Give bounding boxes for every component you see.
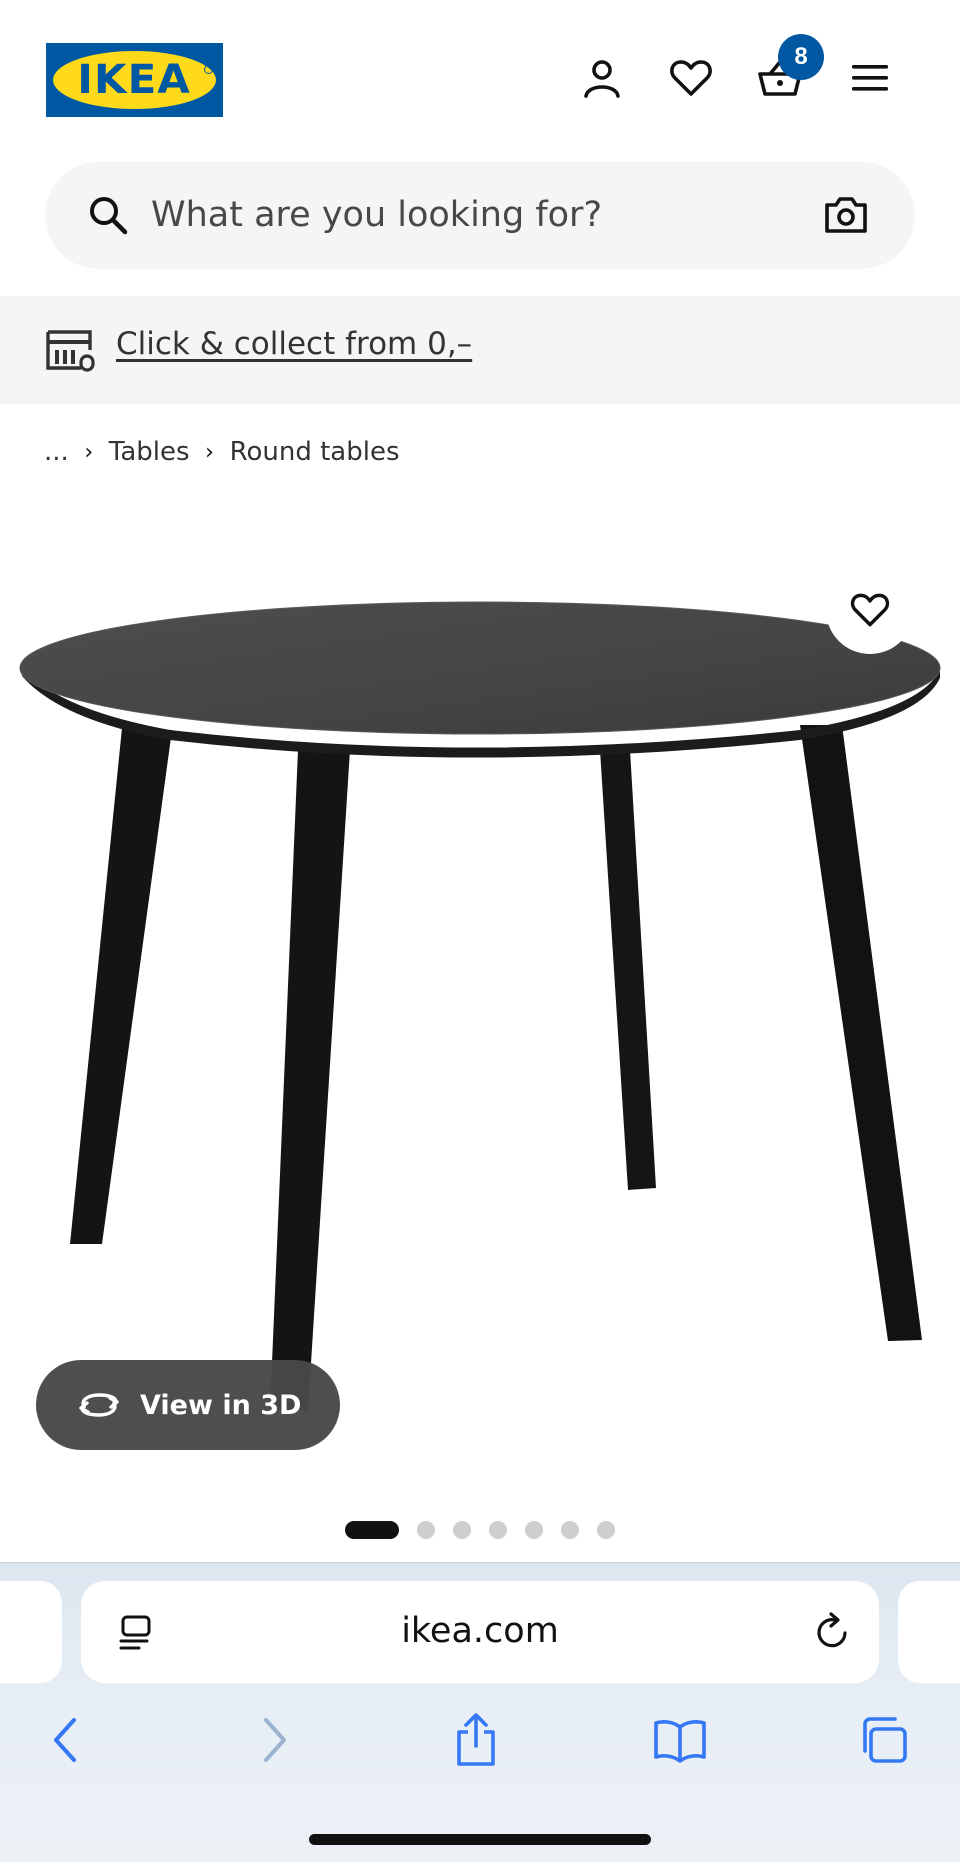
share-icon: [457, 1713, 495, 1766]
back-button[interactable]: [30, 1705, 100, 1775]
carousel-dot[interactable]: [417, 1521, 435, 1539]
view-in-3d-label: View in 3D: [140, 1389, 302, 1421]
book-icon: [654, 1720, 706, 1763]
view-in-3d-button[interactable]: View in 3D: [36, 1360, 340, 1450]
carousel-dot[interactable]: [489, 1521, 507, 1539]
cart-count-badge: 8: [778, 34, 824, 80]
carousel-dot[interactable]: [561, 1521, 579, 1539]
forward-button[interactable]: [240, 1705, 310, 1775]
chevron-left-icon: [54, 1718, 76, 1762]
search-bar[interactable]: [45, 162, 915, 269]
carousel-dots: [345, 1520, 633, 1540]
address-bar[interactable]: ikea.com: [81, 1581, 879, 1683]
breadcrumb: ... › Tables › Round tables: [44, 432, 400, 472]
menu-button[interactable]: [842, 50, 898, 106]
camera-icon[interactable]: [822, 191, 870, 239]
reload-icon[interactable]: [811, 1611, 853, 1653]
chevron-right-icon: ›: [84, 439, 94, 465]
menu-icon: [852, 65, 888, 91]
browser-toolbar: ikea.com: [0, 1562, 960, 1862]
url-text: ikea.com: [401, 1611, 559, 1651]
previous-tab-preview[interactable]: [0, 1581, 62, 1683]
breadcrumb-item-tables[interactable]: Tables: [109, 437, 190, 467]
store-icon: [46, 330, 95, 372]
carousel-dot[interactable]: [453, 1521, 471, 1539]
tabs-button[interactable]: [848, 1705, 918, 1775]
chevron-right-icon: [264, 1718, 286, 1762]
logo-text: IKEA: [77, 57, 192, 103]
carousel-dot[interactable]: [525, 1521, 543, 1539]
header: IKEA 8: [0, 0, 960, 150]
home-indicator: [309, 1834, 651, 1845]
add-to-wishlist-button[interactable]: [826, 566, 914, 654]
search-input[interactable]: [151, 184, 811, 246]
tabs-icon: [863, 1717, 907, 1763]
product-image[interactable]: [0, 560, 960, 1420]
wishlist-button[interactable]: [663, 50, 719, 106]
heart-icon: [850, 593, 890, 627]
ikea-logo[interactable]: IKEA: [46, 43, 223, 117]
next-tab-preview[interactable]: [898, 1581, 960, 1683]
carousel-dot[interactable]: [597, 1521, 615, 1539]
click-collect-link[interactable]: Click & collect from 0,–: [116, 326, 472, 362]
rotate-3d-icon: [79, 1393, 119, 1417]
account-button[interactable]: [574, 50, 630, 106]
heart-icon: [670, 60, 712, 96]
user-icon: [584, 60, 620, 98]
search-icon: [90, 197, 128, 235]
click-collect-banner: Click & collect from 0,–: [0, 296, 960, 404]
share-button[interactable]: [441, 1705, 511, 1775]
bookmarks-button[interactable]: [645, 1705, 715, 1775]
logo-oval: IKEA: [53, 51, 216, 109]
breadcrumb-ellipsis[interactable]: ...: [44, 437, 69, 467]
chevron-right-icon: ›: [205, 439, 214, 465]
registered-mark-icon: [204, 65, 213, 74]
breadcrumb-item-round-tables[interactable]: Round tables: [230, 437, 400, 467]
carousel-dot-active[interactable]: [345, 1521, 399, 1539]
